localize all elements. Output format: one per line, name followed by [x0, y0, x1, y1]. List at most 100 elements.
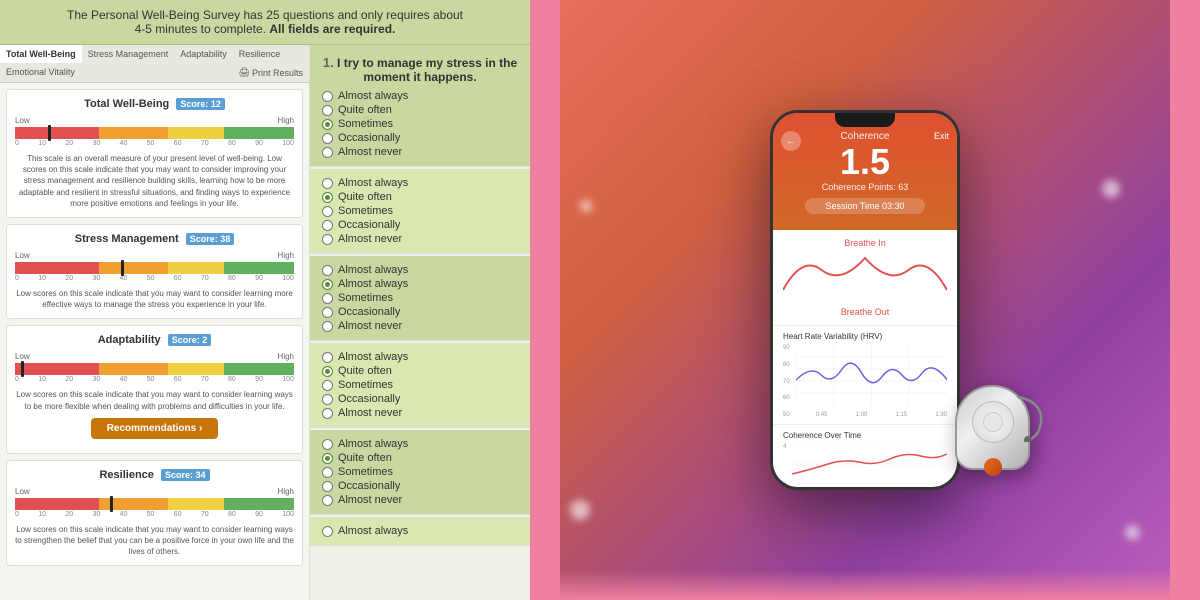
tab-stress-management[interactable]: Stress Management [82, 45, 175, 63]
radio-option-almost-never-1[interactable]: Almost never [322, 146, 518, 158]
radio-options-5: Almost always Quite often Sometimes Occa… [322, 438, 518, 506]
orb-2 [1125, 525, 1140, 540]
radio-circle[interactable] [322, 91, 333, 102]
radio-options-2: Almost always Quite often Sometimes Occa… [322, 177, 518, 245]
device-cable-svg [1013, 392, 1048, 442]
radio-option-occasionally-1[interactable]: Occasionally [322, 132, 518, 144]
app-back-button[interactable]: ← [781, 131, 801, 151]
orb-4 [1102, 180, 1120, 198]
bar-container-adaptability: Low High 0102030405060708090100 [15, 352, 294, 383]
radio-option-occasionally-2[interactable]: Occasionally [322, 219, 518, 231]
right-panel: ← Exit Coherence 1.5 Coherence Points: 6… [530, 0, 1200, 600]
radio-option-almost-always-3[interactable]: Almost always [322, 264, 518, 276]
radio-option-almost-always-2[interactable]: Almost always [322, 177, 518, 189]
scale-desc-stress-management: Low scores on this scale indicate that y… [15, 288, 294, 310]
bar-label-low: Low [15, 116, 30, 125]
print-icon: 🖨 [239, 67, 250, 78]
survey-content: Total Well-Being Stress Management Adapt… [0, 45, 530, 600]
questions-panel[interactable]: 1. I try to manage my stress in the mome… [310, 45, 530, 600]
radio-option-sometimes-4[interactable]: Sometimes [322, 379, 518, 391]
radio-circle[interactable] [322, 105, 333, 116]
bar-label-high: High [278, 116, 294, 125]
radio-option-sometimes-5[interactable]: Sometimes [322, 466, 518, 478]
cot-line-chart [792, 444, 947, 484]
header-line1: The Personal Well-Being Survey has 25 qu… [67, 8, 463, 22]
back-icon: ← [786, 136, 796, 147]
header-bold: All fields are required. [269, 22, 395, 36]
recommendations-button[interactable]: Recommendations › [91, 418, 219, 439]
radio-option-occasionally-5[interactable]: Occasionally [322, 480, 518, 492]
bar-container-stress-management: Low High 0102030405060708090100 [15, 251, 294, 282]
question-block-6: Almost always [310, 517, 530, 546]
radio-option-quite-often-2[interactable]: Quite often [322, 191, 518, 203]
radio-option-almost-never-4[interactable]: Almost never [322, 407, 518, 419]
radio-option-almost-never-3[interactable]: Almost never [322, 320, 518, 332]
left-panel: The Personal Well-Being Survey has 25 qu… [0, 0, 530, 600]
radio-option-almost-always-1[interactable]: Almost always [322, 90, 518, 102]
breathe-chart [783, 250, 947, 300]
tab-emotional-vitality[interactable]: Emotional Vitality [0, 63, 81, 82]
radio-option-quite-often-4[interactable]: Quite often [322, 365, 518, 377]
radio-option-occasionally-3[interactable]: Occasionally [322, 306, 518, 318]
hrv-line-chart [796, 345, 947, 405]
radio-option-quite-often-5[interactable]: Quite often [322, 452, 518, 464]
phone-screen: ← Exit Coherence 1.5 Coherence Points: 6… [773, 113, 957, 487]
orb-1 [570, 500, 590, 520]
tab-adaptability[interactable]: Adaptability [174, 45, 233, 63]
hrv-chart: 90 80 70 60 50 [783, 345, 947, 418]
bar-container-resilience: Low High 0102030405060708090100 [15, 487, 294, 518]
scale-card-adaptability: Adaptability Score: 2 Low High [6, 325, 303, 453]
hrv-title: Heart Rate Variability (HRV) [783, 332, 947, 341]
phone: ← Exit Coherence 1.5 Coherence Points: 6… [770, 110, 960, 490]
radio-option-quite-often-1[interactable]: Quite often [322, 104, 518, 116]
question-text-1: 1. I try to manage my stress in the mome… [322, 55, 518, 84]
cot-chart-area: 4 2 [783, 444, 947, 487]
radio-options-3: Almost always Almost always Sometimes Oc… [322, 264, 518, 332]
device-screen [972, 401, 1014, 443]
tab-total-wellbeing[interactable]: Total Well-Being [0, 45, 82, 63]
cot-title: Coherence Over Time [783, 431, 947, 440]
radio-options-6: Almost always [322, 525, 518, 537]
device-body [955, 385, 1030, 470]
radio-option-almost-always-5[interactable]: Almost always [322, 438, 518, 450]
breathe-in-label: Breathe In [783, 238, 947, 248]
radio-option-sometimes-2[interactable]: Sometimes [322, 205, 518, 217]
radio-option-sometimes-1[interactable]: Sometimes [322, 118, 518, 130]
bar-track-total-wellbeing [15, 127, 294, 139]
results-panel[interactable]: Total Well-Being Stress Management Adapt… [0, 45, 310, 600]
wearable-device [955, 385, 1030, 470]
phone-wrapper: ← Exit Coherence 1.5 Coherence Points: 6… [770, 110, 960, 490]
hrv-y-axis: 90 80 70 60 50 [783, 345, 792, 418]
header-line2: 4-5 minutes to complete. [135, 22, 266, 36]
radio-option-almost-never-2[interactable]: Almost never [322, 233, 518, 245]
radio-option-almost-always-6[interactable]: Almost always [322, 525, 518, 537]
radio-option-almost-always-4[interactable]: Almost always [322, 351, 518, 363]
device-orange-accent [984, 458, 1002, 476]
scale-title-adaptability: Adaptability Score: 2 [15, 334, 294, 346]
radio-circle-selected[interactable] [322, 119, 333, 130]
bar-container-total-wellbeing: Low High 0102030405060708090100 [15, 116, 294, 147]
breathe-out-label: Breathe Out [783, 307, 947, 317]
radio-circle[interactable] [322, 147, 333, 158]
phone-notch [835, 113, 895, 127]
app-exit-button[interactable]: Exit [934, 131, 949, 141]
scale-card-stress-management: Stress Management Score: 38 Low High [6, 224, 303, 319]
print-results-button[interactable]: 🖨 Print Results [233, 63, 309, 82]
radio-option-occasionally-4[interactable]: Occasionally [322, 393, 518, 405]
hrv-svg-wrap: 0:45 1:00 1:15 1:30 [796, 345, 947, 418]
scale-desc-total-wellbeing: This scale is an overall measure of your… [15, 153, 294, 209]
radio-options-1: Almost always Quite often Sometimes Occa… [322, 90, 518, 158]
radio-circle[interactable] [322, 133, 333, 144]
print-label: Print Results [252, 68, 303, 78]
hrv-section: Heart Rate Variability (HRV) 90 80 70 60… [773, 326, 957, 425]
tab-resilience[interactable]: Resilience [233, 45, 287, 63]
survey-header: The Personal Well-Being Survey has 25 qu… [0, 0, 530, 45]
breathe-section: Breathe In Breathe Out [773, 230, 957, 326]
question-block-5: Almost always Quite often Sometimes Occa… [310, 430, 530, 515]
radio-option-quite-often-3[interactable]: Almost always [322, 278, 518, 290]
scale-card-resilience: Resilience Score: 34 Low High [6, 460, 303, 567]
radio-option-sometimes-3[interactable]: Sometimes [322, 292, 518, 304]
radio-option-almost-never-5[interactable]: Almost never [322, 494, 518, 506]
scale-title-stress-management: Stress Management Score: 38 [15, 233, 294, 245]
scale-desc-adaptability: Low scores on this scale indicate that y… [15, 389, 294, 411]
